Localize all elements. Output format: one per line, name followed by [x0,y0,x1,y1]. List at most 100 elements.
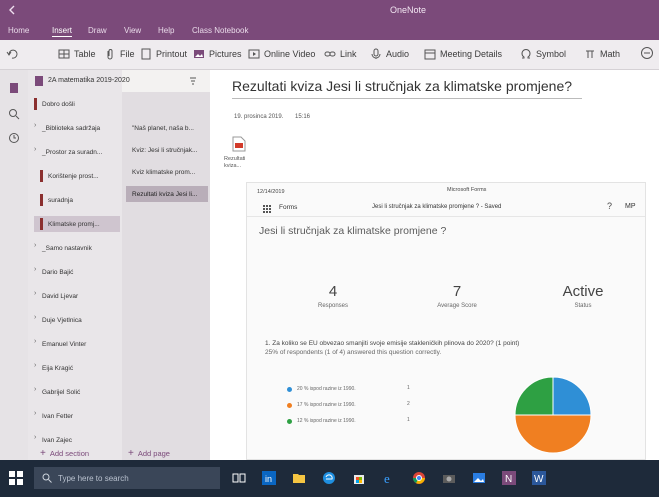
chevron-right-icon: › [34,314,37,321]
tab-draw[interactable]: Draw [88,26,107,35]
section-item[interactable]: Dobro došli [34,96,120,112]
expand-ribbon-icon[interactable] [640,46,654,60]
form-brand: Microsoft Forms [447,187,487,193]
section-label: Ivan Fetter [42,412,74,420]
plus-icon: + [40,448,46,459]
page-item-selected[interactable]: Rezultati kviza Jesi li... [126,186,208,202]
section-item[interactable]: › Dario Bajić [34,264,120,280]
online-video-button[interactable]: Online Video [248,48,315,60]
section-item[interactable]: › Emanuel Vinter [34,336,120,352]
tab-class-notebook[interactable]: Class Notebook [192,26,248,35]
section-item[interactable]: › David Ljevar [34,288,120,304]
tab-home[interactable]: Home [8,26,29,35]
section-item[interactable]: Korištenje prost... [34,168,120,184]
online-video-label: Online Video [264,49,316,59]
onenote-taskbar-icon[interactable]: N [502,471,516,485]
window-title: OneNote [390,5,427,15]
chevron-right-icon: › [34,338,37,345]
app-launcher-icon[interactable] [263,205,271,213]
page-title[interactable]: Rezultati kviza Jesi li stručnjak za kli… [232,78,572,94]
video-icon [248,49,260,59]
linkedin-icon[interactable]: in [262,471,276,485]
undo-button[interactable] [6,48,18,60]
section-item[interactable]: › Eija Kragić [34,360,120,376]
section-item[interactable]: › Duje Vjetlnica [34,312,120,328]
section-label: Duje Vjetlnica [42,316,82,324]
tab-view[interactable]: View [124,26,141,35]
section-item[interactable]: › _Biblioteka sadržaja [34,120,120,136]
stat-value: 7 [452,283,462,300]
section-item[interactable]: › _Samo nastavnik [34,240,120,256]
page-label: "Naš planet, naša b... [132,124,194,132]
windows-start-icon[interactable] [8,470,24,486]
back-icon[interactable] [6,4,18,16]
section-item[interactable]: Klimatske promj... [34,216,120,232]
ie-icon[interactable]: e [382,471,396,485]
table-button[interactable]: Table [58,48,96,60]
stat-label: Responses [317,303,349,309]
chevron-right-icon: › [34,386,37,393]
help-icon[interactable]: ? [607,201,612,211]
audio-label: Audio [386,49,410,59]
avatar[interactable]: MP [625,203,636,210]
page-item[interactable]: Kviz: Jesi li stručnjak... [126,142,208,158]
add-section-button[interactable]: + Add section [40,448,89,459]
pie-slice [514,414,592,454]
section-label: _Prostor za suradn... [42,148,103,156]
tab-help[interactable]: Help [158,26,174,35]
section-item[interactable]: suradnja [34,192,120,208]
notebook-header[interactable]: 2A matematika 2019-2020 [28,70,208,92]
section-item[interactable]: › _Prostor za suradn... [34,144,120,160]
pdf-file-icon[interactable] [232,136,246,152]
section-color-bar [34,98,37,110]
file-explorer-icon[interactable] [292,471,306,485]
camera-icon[interactable] [442,471,456,485]
add-page-button[interactable]: + Add page [128,448,170,459]
taskbar-search[interactable]: Type here to search [34,467,220,489]
tab-insert[interactable]: Insert [52,26,73,37]
legend-label: 12 % ispod razine iz 1990. [297,418,356,424]
section-item[interactable]: › Gabrijel Solić [34,384,120,400]
legend-label: 17 % ispod razine iz 1990. [297,402,356,408]
form-timestamp: 12/14/2019 [257,189,285,195]
math-button[interactable]: Math [584,48,620,60]
symbol-label: Symbol [536,49,567,59]
recent-icon[interactable] [8,132,20,144]
store-icon[interactable] [352,471,366,485]
form-name: Jesi li stručnjak za klimatske promjene … [372,204,502,210]
page-canvas[interactable]: Rezultati kviza Jesi li stručnjak za kli… [210,70,659,460]
audio-button[interactable]: Audio [370,48,409,60]
link-button[interactable]: Link [324,48,357,60]
page-time: 15:16 [295,114,311,120]
page-item[interactable]: "Naš planet, naša b... [126,120,208,136]
file-button[interactable]: File [104,48,135,60]
page-item[interactable]: Kviz klimatske prom... [126,164,208,180]
printout-button[interactable]: Printout [140,48,187,60]
section-label: Gabrijel Solić [42,388,81,396]
pie-slice [552,376,592,416]
printout-label: Printout [156,49,188,59]
sort-icon[interactable] [188,76,198,86]
section-item[interactable]: › Ivan Fetter [34,408,120,424]
meeting-details-button[interactable]: Meeting Details [424,48,502,60]
forms-embed[interactable]: 12/14/2019 Microsoft Forms Forms Jesi li… [246,182,646,460]
section-color-bar [40,170,43,182]
search-icon[interactable] [8,108,20,120]
section-item[interactable]: › Ivan Zajec [34,432,120,448]
pictures-button[interactable]: Pictures [193,48,242,60]
search-placeholder: Type here to search [58,473,129,483]
ribbon-tabs: Home Insert Draw View Help Class Noteboo… [0,22,659,40]
chrome-icon[interactable] [412,471,426,485]
pie-slice [514,376,554,416]
word-icon[interactable]: W [532,471,546,485]
edge-icon[interactable] [322,471,336,485]
task-view-icon[interactable] [232,471,246,485]
calendar-icon [424,49,436,60]
meeting-details-label: Meeting Details [440,49,503,59]
symbol-button[interactable]: Symbol [520,48,566,60]
notebooks-icon[interactable] [8,82,20,94]
section-label: Eija Kragić [42,364,74,372]
legend-item: 12 % ispod razine iz 1990. 1 [287,415,437,427]
link-label: Link [340,49,357,59]
photos-icon[interactable] [472,471,486,485]
